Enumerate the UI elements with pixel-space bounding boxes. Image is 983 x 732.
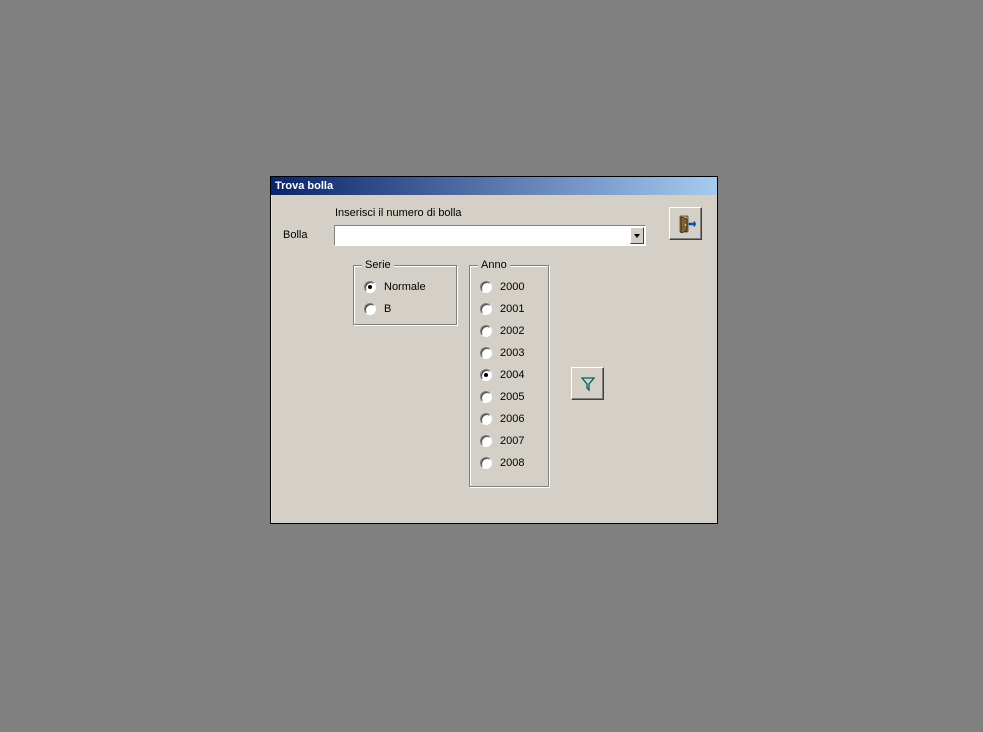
- anno-option-2001[interactable]: 2001: [470, 300, 548, 318]
- dialog-trova-bolla: Trova bolla Inserisci il numero di bolla…: [270, 176, 718, 524]
- anno-option-2004[interactable]: 2004: [470, 366, 548, 384]
- chevron-down-icon: [634, 234, 640, 238]
- dialog-title: Trova bolla: [275, 180, 333, 192]
- anno-option-label: 2006: [500, 413, 524, 425]
- serie-group: Serie NormaleB: [353, 265, 457, 325]
- dialog-client-area: Inserisci il numero di bolla Bolla Serie…: [271, 195, 717, 523]
- bolla-combo[interactable]: [334, 225, 646, 246]
- anno-legend: Anno: [478, 259, 510, 271]
- serie-legend: Serie: [362, 259, 394, 271]
- anno-option-label: 2004: [500, 369, 524, 381]
- anno-option-2002[interactable]: 2002: [470, 322, 548, 340]
- radio-icon: [480, 391, 492, 403]
- anno-option-label: 2007: [500, 435, 524, 447]
- serie-option-label: Normale: [384, 281, 426, 293]
- radio-icon: [480, 413, 492, 425]
- radio-icon: [480, 347, 492, 359]
- serie-option-label: B: [384, 303, 391, 315]
- serie-options-container: Normale B: [354, 278, 456, 318]
- anno-group: Anno 20002001200220032004200520062007200…: [469, 265, 549, 487]
- exit-door-icon: [676, 214, 696, 234]
- anno-option-2008[interactable]: 2008: [470, 454, 548, 472]
- radio-icon: [480, 325, 492, 337]
- bolla-dropdown-button[interactable]: [629, 225, 646, 246]
- anno-option-label: 2001: [500, 303, 524, 315]
- anno-option-2003[interactable]: 2003: [470, 344, 548, 362]
- anno-option-2006[interactable]: 2006: [470, 410, 548, 428]
- anno-option-label: 2000: [500, 281, 524, 293]
- anno-option-label: 2005: [500, 391, 524, 403]
- serie-option-normale[interactable]: Normale: [354, 278, 456, 296]
- anno-option-2005[interactable]: 2005: [470, 388, 548, 406]
- radio-icon: [364, 281, 376, 293]
- funnel-filter-icon: [580, 376, 596, 392]
- filter-button[interactable]: [571, 367, 604, 400]
- anno-option-label: 2003: [500, 347, 524, 359]
- close-button[interactable]: [669, 207, 702, 240]
- anno-option-2000[interactable]: 2000: [470, 278, 548, 296]
- anno-option-label: 2002: [500, 325, 524, 337]
- radio-icon: [480, 281, 492, 293]
- radio-icon: [480, 369, 492, 381]
- bolla-field-label: Bolla: [283, 229, 307, 241]
- radio-icon: [364, 303, 376, 315]
- radio-icon: [480, 435, 492, 447]
- anno-option-2007[interactable]: 2007: [470, 432, 548, 450]
- instruction-label: Inserisci il numero di bolla: [335, 207, 462, 219]
- bolla-input[interactable]: [334, 225, 629, 246]
- titlebar: Trova bolla: [271, 177, 717, 195]
- radio-icon: [480, 303, 492, 315]
- anno-options-container: 2000 2001 2002 2003 2004 2005 2006 2007 2008: [470, 278, 548, 472]
- anno-option-label: 2008: [500, 457, 524, 469]
- serie-option-b[interactable]: B: [354, 300, 456, 318]
- radio-icon: [480, 457, 492, 469]
